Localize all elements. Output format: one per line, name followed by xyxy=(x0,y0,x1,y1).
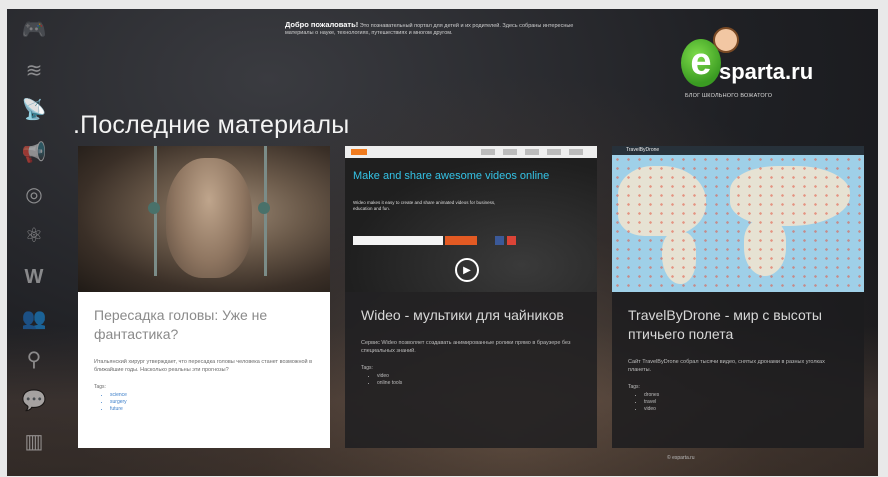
atom-icon[interactable]: ⚛ xyxy=(21,223,47,247)
site-nav xyxy=(481,149,591,155)
article-title[interactable]: TravelByDrone - мир с высоты птичьего по… xyxy=(628,306,848,344)
people-icon[interactable]: 👥 xyxy=(21,306,47,330)
left-icon-rail: 🎮 ≋ 📡 📢 ◎ ⚛ W 👥 ⚲ 💬 ▥ xyxy=(7,9,55,476)
site-logo-mark xyxy=(351,149,367,155)
tag-list: video online tools xyxy=(361,373,581,387)
tag-link[interactable]: video xyxy=(377,373,581,380)
article-card[interactable]: Пересадка головы: Уже не фантастика? Ита… xyxy=(78,146,330,448)
google-plus-icon xyxy=(507,236,516,245)
tag-link[interactable]: surgery xyxy=(110,399,314,406)
man-face xyxy=(166,158,252,278)
site-hero-sub: Wideo makes it easy to create and share … xyxy=(353,200,496,211)
site-signup-button xyxy=(445,236,477,245)
page-title: .Последние материалы xyxy=(73,110,350,139)
tags-heading: Tags: xyxy=(94,384,106,390)
article-body: Wideo - мультики для чайников Сервис Wid… xyxy=(345,292,597,448)
article-image[interactable]: Make and share awesome videos online Wid… xyxy=(345,146,597,292)
article-title[interactable]: Пересадка головы: Уже не фантастика? xyxy=(94,306,314,344)
logo-name: sparta.ru xyxy=(719,59,814,84)
welcome-title: Добро пожаловать! xyxy=(285,20,359,29)
article-body: Пересадка головы: Уже не фантастика? Ита… xyxy=(78,292,330,448)
site-topbar xyxy=(345,146,597,158)
article-excerpt: Сервис Wideo позволяет создавать анимиро… xyxy=(361,340,571,354)
facebook-icon xyxy=(495,236,504,245)
play-icon: ▶ xyxy=(455,258,479,282)
footer-text: © esparta.ru xyxy=(667,455,695,461)
article-excerpt: Сайт TravelByDrone собрал тысячи видео, … xyxy=(628,359,825,373)
article-card[interactable]: Make and share awesome videos online Wid… xyxy=(345,146,597,448)
wordpress-icon[interactable]: W xyxy=(21,265,47,289)
map-site-title: TravelByDrone xyxy=(626,147,660,153)
tag-list: science surgery future xyxy=(94,392,314,413)
tags-heading: Tags: xyxy=(628,384,640,390)
article-image[interactable]: TravelByDrone xyxy=(612,146,864,292)
logo-tagline: БЛОГ ШКОЛЬНОГО ВОЖАТОГО xyxy=(685,93,773,99)
tag-link[interactable]: science xyxy=(110,392,314,399)
tags-heading: Tags: xyxy=(361,365,373,371)
megaphone-icon[interactable]: 📢 xyxy=(21,140,47,164)
cd-icon[interactable]: ◎ xyxy=(21,182,47,206)
map-header: TravelByDrone xyxy=(612,146,864,155)
tag-link[interactable]: drones xyxy=(644,392,848,399)
gamepad-icon[interactable]: 🎮 xyxy=(21,17,47,41)
article-card[interactable]: TravelByDrone TravelByDrone - мир с высо… xyxy=(612,146,864,448)
tag-link[interactable]: travel xyxy=(644,399,848,406)
site-signup-input xyxy=(353,236,443,245)
logo-letter: e xyxy=(681,39,721,87)
antenna-icon[interactable]: 📡 xyxy=(21,97,47,121)
site-hero-text: Make and share awesome videos online xyxy=(353,170,550,182)
article-body: TravelByDrone - мир с высоты птичьего по… xyxy=(612,292,864,448)
tag-list: drones travel video xyxy=(628,392,848,413)
tag-link[interactable]: online tools xyxy=(377,380,581,387)
tag-link[interactable]: future xyxy=(110,406,314,413)
page-background: 🎮 ≋ 📡 📢 ◎ ⚛ W 👥 ⚲ 💬 ▥ Добро пожаловать! … xyxy=(7,9,878,476)
map-markers xyxy=(612,155,864,292)
tag-link[interactable]: video xyxy=(644,406,848,413)
search-icon[interactable]: ⚲ xyxy=(21,347,47,371)
article-title[interactable]: Wideo - мультики для чайников xyxy=(361,306,581,325)
site-logo[interactable]: e sparta.ru БЛОГ ШКОЛЬНОГО ВОЖАТОГО xyxy=(679,27,829,107)
filmstrip-icon[interactable]: ▥ xyxy=(21,429,47,453)
welcome-text: Добро пожаловать! Это познавательный пор… xyxy=(285,21,575,37)
frame-clamp xyxy=(148,202,160,214)
article-image[interactable] xyxy=(78,146,330,292)
article-excerpt: Итальянский хирург утверждает, что перес… xyxy=(94,359,313,373)
frame-clamp xyxy=(258,202,270,214)
rank-chevrons-icon[interactable]: ≋ xyxy=(21,58,47,82)
chat-icon[interactable]: 💬 xyxy=(21,388,47,412)
